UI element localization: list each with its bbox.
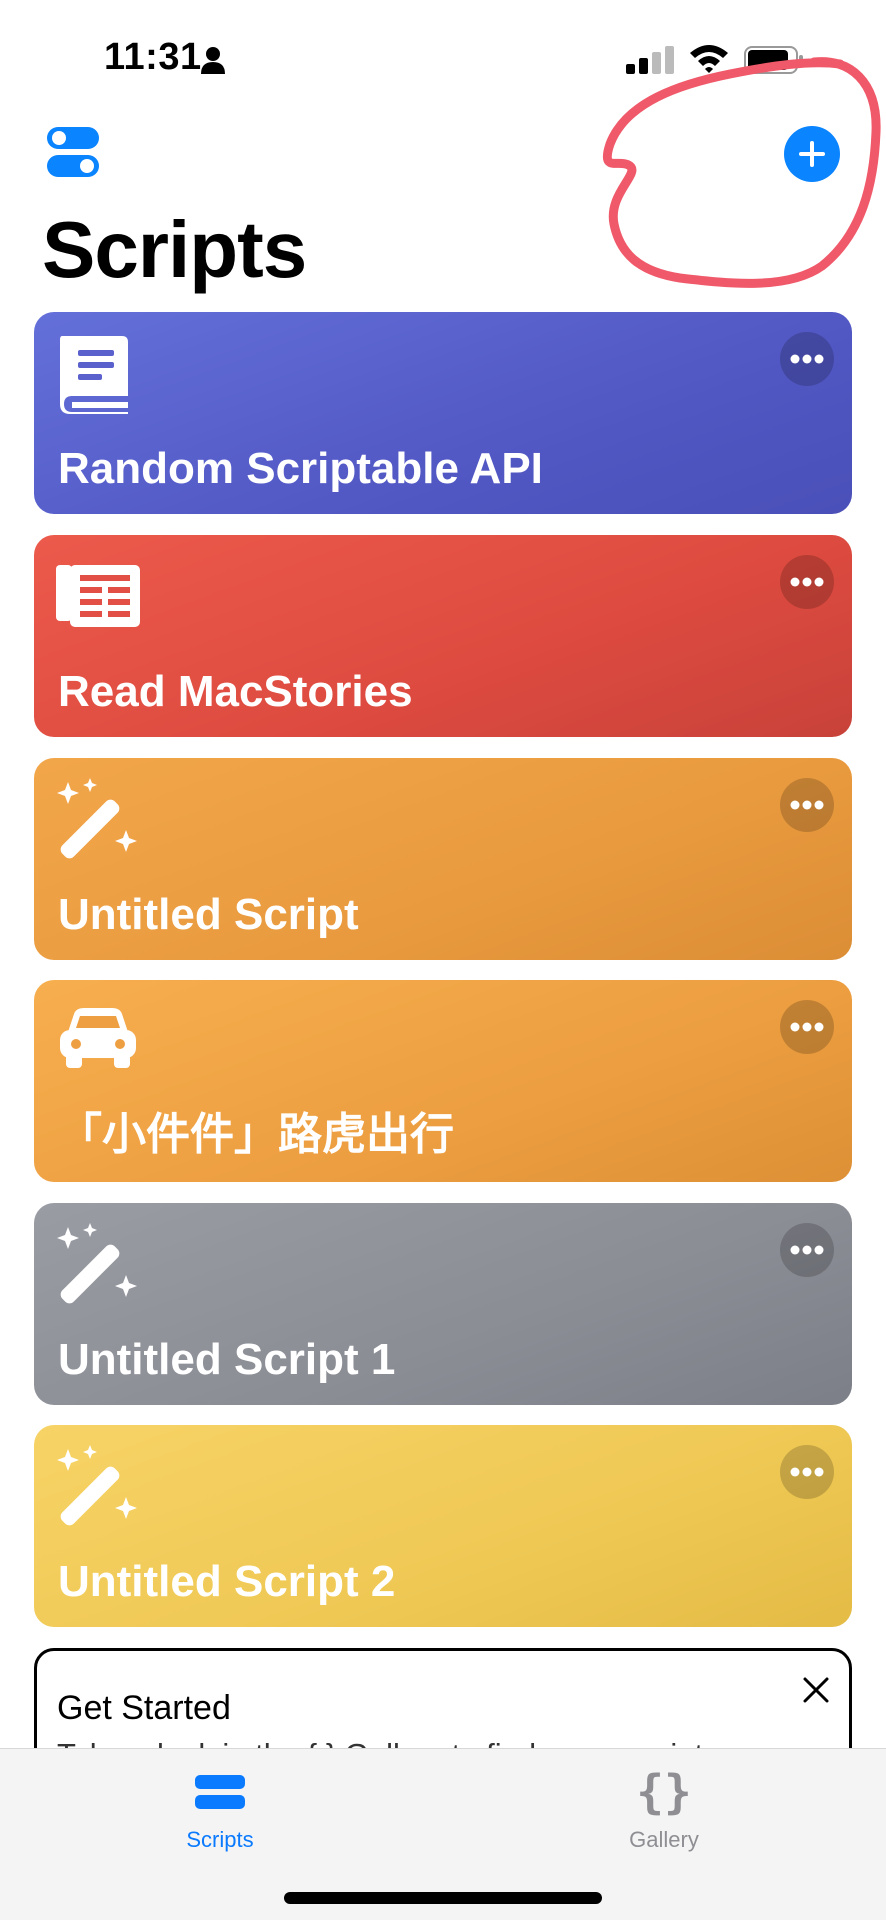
script-title: 「小件件」路虎出行 bbox=[58, 1110, 454, 1159]
more-button[interactable] bbox=[780, 1445, 834, 1499]
scripts-stack-icon bbox=[195, 1775, 245, 1809]
script-card[interactable]: Untitled Script 2 bbox=[34, 1425, 852, 1627]
get-started-title: Get Started bbox=[57, 1689, 231, 1727]
ellipsis-icon bbox=[790, 1467, 824, 1477]
more-button[interactable] bbox=[780, 332, 834, 386]
page-title: Scripts bbox=[42, 205, 307, 294]
ellipsis-icon bbox=[790, 354, 824, 364]
close-icon[interactable] bbox=[801, 1675, 831, 1705]
ellipsis-icon bbox=[790, 1022, 824, 1032]
car-icon bbox=[60, 1008, 136, 1068]
magic-wand-icon bbox=[57, 778, 137, 859]
tab-gallery[interactable]: {} Gallery bbox=[584, 1767, 744, 1867]
magic-wand-icon bbox=[57, 1223, 137, 1304]
magic-wand-icon bbox=[57, 1445, 137, 1526]
script-card[interactable]: Random Scriptable API bbox=[34, 312, 852, 514]
more-button[interactable] bbox=[780, 1223, 834, 1277]
more-button[interactable] bbox=[780, 1000, 834, 1054]
script-title: Untitled Script bbox=[58, 890, 359, 939]
status-bar: 11:31 bbox=[0, 0, 886, 120]
add-script-button[interactable] bbox=[784, 126, 840, 182]
curly-braces-icon: {} bbox=[636, 1765, 692, 1819]
toggles-icon[interactable] bbox=[46, 126, 100, 178]
person-icon bbox=[201, 47, 225, 74]
ellipsis-icon bbox=[790, 1245, 824, 1255]
script-card[interactable]: 「小件件」路虎出行 bbox=[34, 980, 852, 1182]
script-card[interactable]: Untitled Script bbox=[34, 758, 852, 960]
book-icon bbox=[60, 336, 128, 414]
home-indicator bbox=[284, 1892, 602, 1904]
newspaper-icon bbox=[56, 565, 140, 627]
more-button[interactable] bbox=[780, 778, 834, 832]
ellipsis-icon bbox=[790, 577, 824, 587]
battery-icon bbox=[744, 46, 803, 74]
script-title: Untitled Script 2 bbox=[58, 1557, 396, 1606]
cellular-signal-icon bbox=[626, 46, 674, 74]
script-title: Read MacStories bbox=[58, 667, 413, 716]
tab-label: Gallery bbox=[629, 1827, 699, 1852]
status-time: 11:31 bbox=[104, 36, 202, 78]
tab-label: Scripts bbox=[186, 1827, 254, 1852]
more-button[interactable] bbox=[780, 555, 834, 609]
script-card[interactable]: Read MacStories bbox=[34, 535, 852, 737]
ellipsis-icon bbox=[790, 800, 824, 810]
script-card[interactable]: Untitled Script 1 bbox=[34, 1203, 852, 1405]
wifi-icon bbox=[690, 45, 728, 73]
plus-icon bbox=[799, 141, 825, 167]
script-title: Random Scriptable API bbox=[58, 444, 543, 493]
script-title: Untitled Script 1 bbox=[58, 1335, 396, 1384]
tab-scripts[interactable]: Scripts bbox=[140, 1767, 300, 1867]
